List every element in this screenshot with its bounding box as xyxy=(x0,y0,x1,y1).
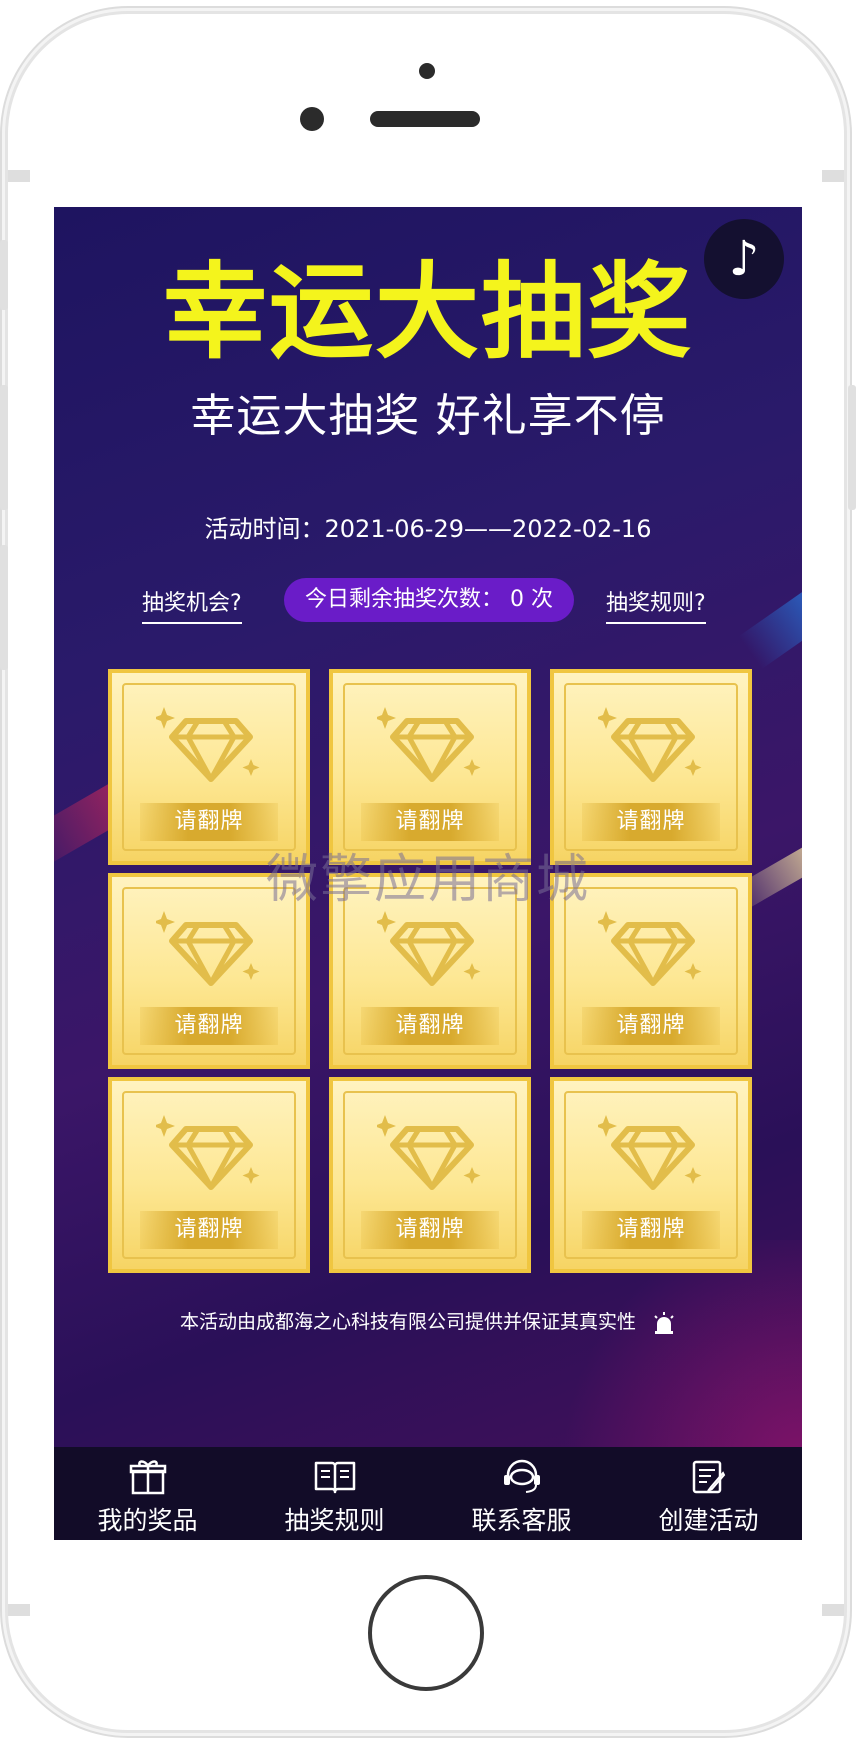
home-button[interactable] xyxy=(368,1575,484,1691)
card-label: 请翻牌 xyxy=(582,1211,720,1249)
flip-card[interactable]: 请翻牌 xyxy=(329,1077,531,1273)
antenna-band xyxy=(8,1604,30,1616)
diamond-icon xyxy=(598,911,702,986)
antenna-band xyxy=(822,170,844,182)
page-subtitle: 幸运大抽奖 好礼享不停 xyxy=(190,389,666,442)
flip-card[interactable]: 请翻牌 xyxy=(108,1077,310,1273)
gift-icon xyxy=(129,1460,166,1495)
card-label: 请翻牌 xyxy=(140,1211,278,1249)
decor-streak xyxy=(738,584,802,670)
tab-label: 抽奖规则 xyxy=(284,1506,385,1535)
draw-chance-link[interactable]: 抽奖机会? xyxy=(142,585,242,624)
tab-contact-support[interactable]: 联系客服 xyxy=(428,1447,615,1540)
draw-rules-link[interactable]: 抽奖规则? xyxy=(606,585,706,624)
app-screen: 幸运大抽奖 ♪ 幸运大抽奖 好礼享不停 活动时间：2021-06-29——202… xyxy=(54,207,802,1540)
tab-label: 创建活动 xyxy=(658,1506,759,1535)
authenticity-note-text: 本活动由成都海之心科技有限公司提供并保证其真实性 xyxy=(179,1311,636,1333)
flip-card[interactable]: 请翻牌 xyxy=(108,669,310,865)
flip-card[interactable]: 请翻牌 xyxy=(329,873,531,1069)
earpiece-speaker xyxy=(370,111,480,127)
antenna-band xyxy=(822,1604,844,1616)
card-grid: 请翻牌 请翻牌 请翻牌 请翻牌 请翻牌 请翻牌 请翻牌 请翻牌 请翻牌 xyxy=(108,669,752,1281)
card-label: 请翻牌 xyxy=(361,1211,499,1249)
flip-card[interactable]: 请翻牌 xyxy=(550,669,752,865)
diamond-icon xyxy=(156,911,260,986)
remaining-draws-badge: 今日剩余抽奖次数： 0 次 xyxy=(284,578,574,622)
diamond-icon xyxy=(598,1115,702,1190)
headset-icon xyxy=(503,1459,540,1493)
volume-down-button xyxy=(0,545,8,670)
flip-card[interactable]: 请翻牌 xyxy=(329,669,531,865)
authenticity-note: 本活动由成都海之心科技有限公司提供并保证其真实性 xyxy=(54,1307,802,1335)
tab-create-activity[interactable]: 创建活动 xyxy=(615,1447,802,1540)
volume-up-button xyxy=(0,385,8,510)
power-button xyxy=(848,385,856,510)
diamond-icon xyxy=(156,707,260,782)
bottom-tab-bar: 我的奖品 抽奖规则 联系客服 创建活动 xyxy=(54,1447,802,1540)
tab-label: 联系客服 xyxy=(471,1506,572,1535)
diamond-icon xyxy=(377,1115,481,1190)
diamond-icon xyxy=(377,911,481,986)
tab-label: 我的奖品 xyxy=(97,1506,198,1535)
book-icon xyxy=(314,1461,355,1494)
flip-card[interactable]: 请翻牌 xyxy=(108,873,310,1069)
front-camera xyxy=(300,107,324,131)
diamond-icon xyxy=(377,707,481,782)
flip-card[interactable]: 请翻牌 xyxy=(550,1077,752,1273)
diamond-icon xyxy=(156,1115,260,1190)
activity-time-label: 活动时间： xyxy=(204,515,325,543)
tab-my-prizes[interactable]: 我的奖品 xyxy=(54,1447,241,1540)
edit-note-icon xyxy=(692,1460,725,1494)
antenna-band xyxy=(8,170,30,182)
diamond-icon xyxy=(598,707,702,782)
card-label: 请翻牌 xyxy=(140,1007,278,1045)
music-toggle-button[interactable]: ♪ xyxy=(704,219,784,299)
card-label: 请翻牌 xyxy=(140,803,278,841)
flip-card[interactable]: 请翻牌 xyxy=(550,873,752,1069)
alarm-bell-icon xyxy=(654,1311,674,1334)
card-label: 请翻牌 xyxy=(582,1007,720,1045)
card-label: 请翻牌 xyxy=(361,1007,499,1045)
activity-time: 活动时间：2021-06-29——2022-02-16 xyxy=(54,509,802,544)
page-title: 幸运大抽奖 xyxy=(162,255,693,371)
card-label: 请翻牌 xyxy=(582,803,720,841)
proximity-sensor xyxy=(419,63,435,79)
card-label: 请翻牌 xyxy=(361,803,499,841)
music-note-icon: ♪ xyxy=(728,231,760,287)
activity-time-range: 2021-06-29——2022-02-16 xyxy=(324,515,652,543)
tab-draw-rules[interactable]: 抽奖规则 xyxy=(241,1447,428,1540)
mute-switch xyxy=(0,240,8,310)
